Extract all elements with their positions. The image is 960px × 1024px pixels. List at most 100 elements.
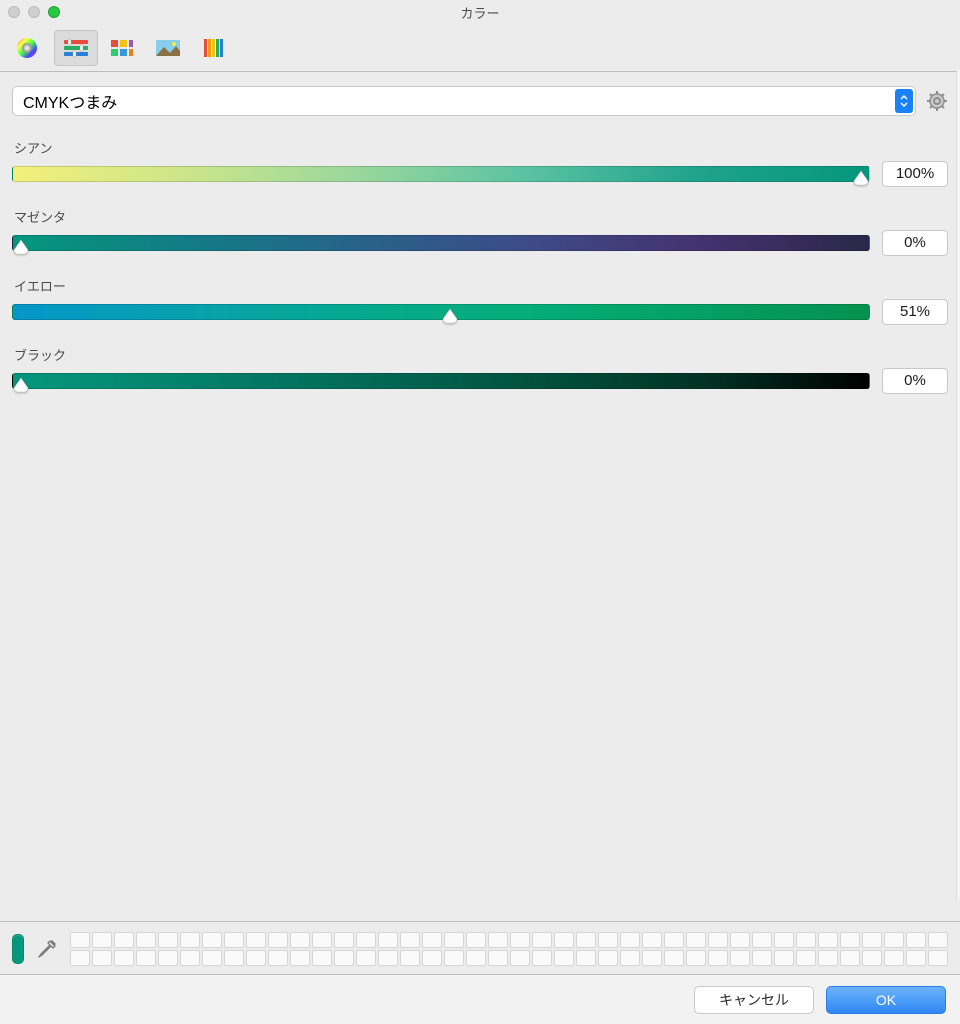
swatch-cell[interactable] — [774, 950, 794, 966]
swatch-cell[interactable] — [378, 950, 398, 966]
tab-image[interactable] — [146, 30, 190, 66]
swatch-cell[interactable] — [356, 950, 376, 966]
swatch-cell[interactable] — [70, 950, 90, 966]
swatch-cell[interactable] — [796, 950, 816, 966]
swatch-cell[interactable] — [686, 932, 706, 948]
swatch-cell[interactable] — [620, 950, 640, 966]
swatch-cell[interactable] — [334, 950, 354, 966]
tab-color-wheel[interactable] — [8, 30, 52, 66]
tab-sliders[interactable] — [54, 30, 98, 66]
eyedropper-button[interactable] — [36, 938, 58, 960]
yellow-value-field[interactable]: 51% — [882, 299, 948, 325]
swatch-cell[interactable] — [466, 932, 486, 948]
slider-mode-select[interactable]: CMYKつまみ — [12, 86, 916, 116]
swatch-cell[interactable] — [202, 932, 222, 948]
window-close-button[interactable] — [8, 6, 20, 18]
swatch-cell[interactable] — [576, 932, 596, 948]
black-slider-thumb[interactable] — [12, 376, 30, 394]
swatch-cell[interactable] — [92, 932, 112, 948]
swatch-cell[interactable] — [686, 950, 706, 966]
swatch-cell[interactable] — [290, 950, 310, 966]
swatch-cell[interactable] — [752, 950, 772, 966]
swatch-cell[interactable] — [532, 950, 552, 966]
slider-options-button[interactable] — [926, 90, 948, 112]
window-minimize-button[interactable] — [28, 6, 40, 18]
swatch-cell[interactable] — [422, 932, 442, 948]
swatch-cell[interactable] — [246, 932, 266, 948]
tab-pencils[interactable] — [192, 30, 236, 66]
swatch-cell[interactable] — [708, 932, 728, 948]
black-slider[interactable] — [12, 373, 870, 389]
swatch-cell[interactable] — [180, 950, 200, 966]
swatch-cell[interactable] — [224, 932, 244, 948]
swatch-cell[interactable] — [554, 950, 574, 966]
tab-palette[interactable] — [100, 30, 144, 66]
swatch-cell[interactable] — [730, 932, 750, 948]
swatch-cell[interactable] — [334, 932, 354, 948]
black-value-field[interactable]: 0% — [882, 368, 948, 394]
current-color-swatch[interactable] — [12, 934, 24, 964]
swatch-cell[interactable] — [510, 950, 530, 966]
swatch-cell[interactable] — [114, 932, 134, 948]
swatch-cell[interactable] — [444, 932, 464, 948]
swatch-cell[interactable] — [818, 932, 838, 948]
swatch-cell[interactable] — [620, 932, 640, 948]
swatch-cell[interactable] — [488, 932, 508, 948]
swatch-cell[interactable] — [664, 950, 684, 966]
swatch-cell[interactable] — [290, 932, 310, 948]
swatch-cell[interactable] — [136, 932, 156, 948]
swatch-cell[interactable] — [906, 950, 926, 966]
magenta-slider-thumb[interactable] — [12, 238, 30, 256]
swatch-cell[interactable] — [818, 950, 838, 966]
swatch-cell[interactable] — [158, 932, 178, 948]
swatch-cell[interactable] — [840, 950, 860, 966]
swatch-cell[interactable] — [532, 932, 552, 948]
swatch-cell[interactable] — [598, 932, 618, 948]
swatch-cell[interactable] — [400, 950, 420, 966]
swatch-cell[interactable] — [136, 950, 156, 966]
swatch-cell[interactable] — [928, 950, 948, 966]
magenta-slider[interactable] — [12, 235, 870, 251]
swatch-cell[interactable] — [730, 950, 750, 966]
swatch-cell[interactable] — [906, 932, 926, 948]
swatch-cell[interactable] — [202, 950, 222, 966]
swatch-cell[interactable] — [928, 932, 948, 948]
swatch-cell[interactable] — [598, 950, 618, 966]
ok-button[interactable]: OK — [826, 986, 946, 1014]
swatch-cell[interactable] — [378, 932, 398, 948]
swatch-cell[interactable] — [774, 932, 794, 948]
swatch-cell[interactable] — [224, 950, 244, 966]
swatch-cell[interactable] — [400, 932, 420, 948]
yellow-slider-thumb[interactable] — [441, 307, 459, 325]
swatch-cell[interactable] — [356, 932, 376, 948]
swatch-cell[interactable] — [70, 932, 90, 948]
cancel-button[interactable]: キャンセル — [694, 986, 814, 1014]
swatch-cell[interactable] — [664, 932, 684, 948]
swatch-cell[interactable] — [180, 932, 200, 948]
swatch-cell[interactable] — [554, 932, 574, 948]
cyan-slider[interactable] — [12, 166, 870, 182]
swatch-cell[interactable] — [840, 932, 860, 948]
swatch-cell[interactable] — [796, 932, 816, 948]
swatch-cell[interactable] — [642, 932, 662, 948]
swatch-cell[interactable] — [466, 950, 486, 966]
swatch-cell[interactable] — [312, 932, 332, 948]
swatch-cell[interactable] — [708, 950, 728, 966]
swatch-cell[interactable] — [158, 950, 178, 966]
yellow-slider[interactable] — [12, 304, 870, 320]
cyan-value-field[interactable]: 100% — [882, 161, 948, 187]
window-zoom-button[interactable] — [48, 6, 60, 18]
swatch-cell[interactable] — [884, 950, 904, 966]
swatch-cell[interactable] — [444, 950, 464, 966]
swatch-cell[interactable] — [246, 950, 266, 966]
swatch-cell[interactable] — [268, 932, 288, 948]
swatch-cell[interactable] — [312, 950, 332, 966]
swatch-cell[interactable] — [510, 932, 530, 948]
swatch-cell[interactable] — [642, 950, 662, 966]
swatch-cell[interactable] — [114, 950, 134, 966]
swatch-cell[interactable] — [268, 950, 288, 966]
swatch-cell[interactable] — [488, 950, 508, 966]
cyan-slider-thumb[interactable] — [852, 169, 870, 187]
swatch-cell[interactable] — [862, 950, 882, 966]
swatch-cell[interactable] — [752, 932, 772, 948]
